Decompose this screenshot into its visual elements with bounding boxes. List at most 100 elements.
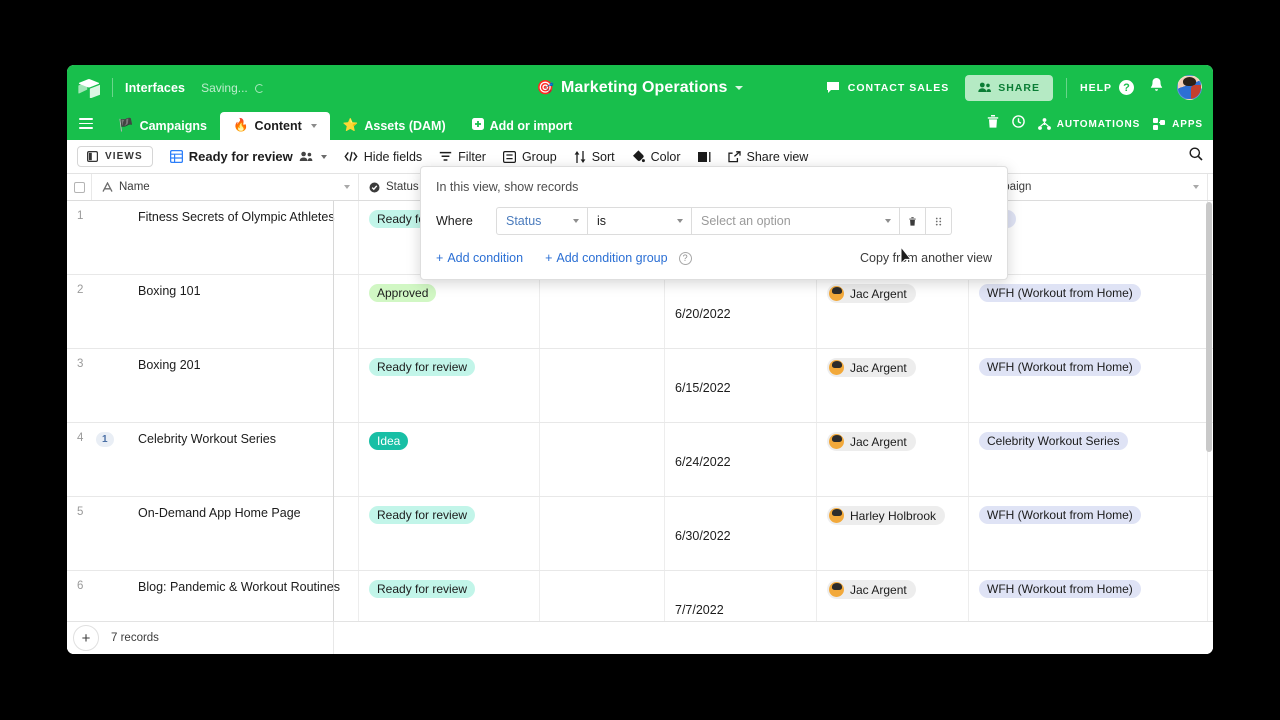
table-row[interactable]: 4 1 Celebrity Workout Series Idea 6/24/2022 J… (67, 423, 1213, 497)
filter-field-select[interactable]: Status (496, 207, 588, 235)
cell-owner[interactable]: Jac Argent (817, 423, 969, 496)
tab-assets-dam[interactable]: ⭐ Assets (DAM) (330, 112, 459, 140)
select-all-checkbox[interactable] (67, 174, 92, 200)
search-icon[interactable] (1189, 147, 1203, 166)
copy-from-another-view-button[interactable]: Copy from another view (860, 251, 992, 265)
cell-campaign[interactable]: WFH (Workout from Home) (969, 497, 1208, 570)
help-question-icon[interactable]: ? (1119, 80, 1134, 95)
cell-campaign[interactable]: WFH (Workout from Home) (969, 349, 1208, 422)
table-row[interactable]: 3 Boxing 201 Ready for review 6/15/2022 Jac … (67, 349, 1213, 423)
base-name[interactable]: Marketing Operations (561, 79, 727, 97)
linked-record-count[interactable]: 1 (96, 432, 114, 447)
delete-condition-button[interactable] (900, 207, 926, 235)
automations-icon (1037, 118, 1051, 130)
cell-status[interactable]: Ready for review (359, 497, 540, 570)
current-view-selector[interactable]: Ready for review (169, 149, 327, 164)
drag-handle-icon (935, 217, 942, 225)
filter-operator-select[interactable]: is (588, 207, 692, 235)
chevron-down-icon[interactable] (320, 154, 327, 159)
cell-date[interactable]: 6/24/2022 (665, 423, 817, 496)
color-button[interactable]: Color (632, 150, 681, 164)
automations-button[interactable]: AUTOMATIONS (1037, 118, 1140, 130)
interfaces-link[interactable]: Interfaces (125, 81, 185, 95)
row-number-cell[interactable]: 41 (67, 423, 128, 496)
cell-date[interactable]: 6/30/2022 (665, 497, 817, 570)
cell-status[interactable]: Approved (359, 275, 540, 348)
user-avatar[interactable] (1177, 75, 1202, 100)
share-button[interactable]: SHARE (965, 74, 1053, 101)
tab-campaigns[interactable]: 🏴 Campaigns (105, 112, 220, 140)
chevron-down-icon (677, 219, 683, 223)
filter-value-select[interactable]: Select an option (692, 207, 900, 235)
color-label: Color (650, 149, 681, 164)
trash-icon[interactable] (987, 115, 999, 133)
divider (1065, 77, 1067, 98)
owner-chip[interactable]: Jac Argent (827, 358, 916, 377)
views-button[interactable]: VIEWS (77, 146, 153, 167)
cell-status[interactable]: Ready for review (359, 349, 540, 422)
filter-button[interactable]: Filter (439, 150, 486, 164)
owner-chip[interactable]: Jac Argent (827, 432, 916, 451)
cell-campaign[interactable]: Celebrity Workout Series (969, 423, 1208, 496)
add-condition-button[interactable]: + Add condition (436, 251, 523, 265)
tab-label: Campaigns (139, 118, 207, 133)
cell-status[interactable]: Idea (359, 423, 540, 496)
share-people-icon (978, 82, 992, 92)
owner-chip[interactable]: Harley Holbrook (827, 506, 946, 525)
row-number-cell[interactable]: 3 (67, 349, 128, 422)
notifications-bell-icon[interactable] (1149, 77, 1164, 98)
tab-content[interactable]: 🔥 Content (219, 112, 330, 140)
owner-chip[interactable]: Jac Argent (827, 284, 916, 303)
cell-name[interactable]: Boxing 201 (128, 349, 359, 422)
group-button[interactable]: Group (502, 150, 557, 164)
hide-fields-button[interactable]: Hide fields (344, 150, 422, 164)
where-label: Where (436, 214, 473, 228)
cell-owner[interactable]: Jac Argent (817, 349, 969, 422)
cell-attachment[interactable] (540, 423, 665, 496)
cell-date[interactable]: 6/20/2022 (665, 275, 817, 348)
tab-add-or-import[interactable]: Add or import (459, 112, 586, 140)
sort-button[interactable]: Sort (574, 150, 615, 164)
add-record-button[interactable]: + (73, 625, 99, 651)
owner-chip[interactable]: Jac Argent (827, 580, 916, 599)
chevron-down-icon[interactable] (310, 123, 317, 128)
cell-owner[interactable]: Harley Holbrook (817, 497, 969, 570)
cell-owner[interactable]: Jac Argent (817, 275, 969, 348)
cell-name[interactable]: Fitness Secrets of Olympic Athletes (128, 201, 359, 274)
chevron-down-icon[interactable] (344, 185, 350, 189)
help-question-icon[interactable]: ? (678, 251, 692, 265)
cell-name[interactable]: On-Demand App Home Page (128, 497, 359, 570)
apps-button[interactable]: APPS (1153, 118, 1203, 130)
cell-date[interactable]: 6/15/2022 (665, 349, 817, 422)
chevron-down-icon (573, 219, 579, 223)
cell-attachment[interactable] (540, 497, 665, 570)
airtable-cube-logo[interactable] (78, 78, 100, 98)
sidebar-toggle-icon[interactable] (79, 117, 93, 132)
chevron-down-icon[interactable] (735, 85, 744, 90)
history-icon[interactable] (1011, 115, 1025, 133)
cell-name[interactable]: Celebrity Workout Series (128, 423, 359, 496)
cell-name[interactable]: Boxing 101 (128, 275, 359, 348)
row-number-cell[interactable]: 5 (67, 497, 128, 570)
chevron-down-icon[interactable] (1193, 185, 1199, 189)
cell-attachment[interactable] (540, 349, 665, 422)
filter-field-value: Status (506, 214, 542, 228)
row-height-button[interactable] (697, 151, 711, 163)
table-row[interactable]: 5 On-Demand App Home Page Ready for review… (67, 497, 1213, 571)
column-header-name[interactable]: Name (92, 174, 359, 200)
row-number-cell[interactable]: 2 (67, 275, 128, 348)
column-header-linked[interactable] (1208, 174, 1213, 200)
contact-sales-button[interactable]: CONTACT SALES (826, 81, 949, 94)
cell-attachment[interactable] (540, 275, 665, 348)
help-label[interactable]: HELP (1080, 82, 1112, 94)
vertical-scrollbar[interactable] (1206, 202, 1212, 452)
add-condition-group-button[interactable]: + Add condition group ? (545, 251, 692, 265)
table-row[interactable]: 2 Boxing 101 Approved 6/20/2022 Jac Argent WF… (67, 275, 1213, 349)
cell-linked[interactable] (1208, 497, 1213, 570)
share-view-button[interactable]: Share view (727, 150, 808, 164)
row-number-cell[interactable]: 1 (67, 201, 128, 274)
plus-box-icon (471, 118, 484, 133)
cell-campaign[interactable]: WFH (Workout from Home) (969, 275, 1208, 348)
tab-bar-actions: AUTOMATIONS APPS (987, 115, 1213, 140)
drag-condition-handle[interactable] (926, 207, 952, 235)
